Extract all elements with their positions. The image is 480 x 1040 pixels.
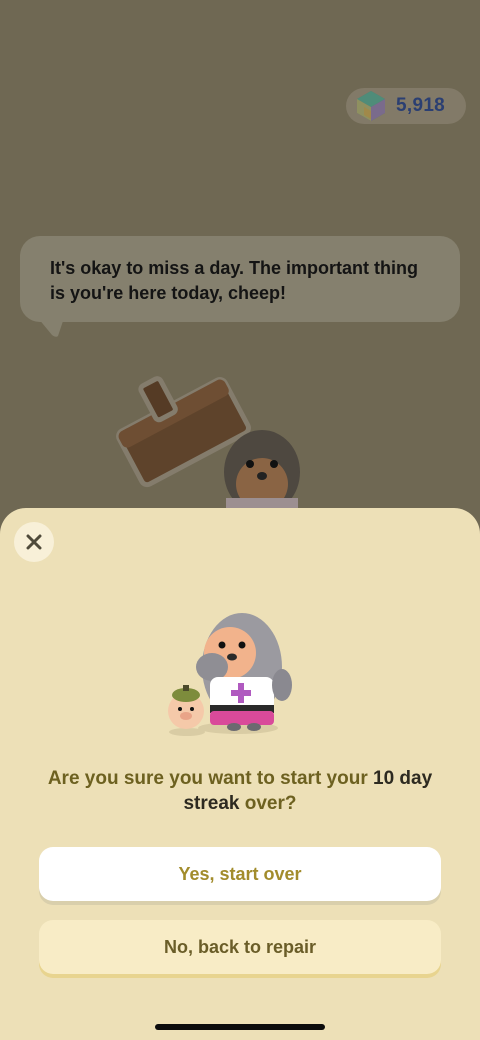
speech-bubble: It's okay to miss a day. The important t… xyxy=(20,236,460,322)
gem-icon xyxy=(357,91,385,121)
back-to-repair-button[interactable]: No, back to repair xyxy=(39,920,441,974)
close-icon xyxy=(26,534,42,550)
home-indicator[interactable] xyxy=(155,1024,325,1030)
question-prefix: Are you sure you want to start your xyxy=(47,768,373,789)
speech-bubble-tail xyxy=(38,318,64,337)
gem-count: 5,918 xyxy=(396,95,446,116)
speech-text: It's okay to miss a day. The important t… xyxy=(50,258,419,303)
start-over-button[interactable]: Yes, start over xyxy=(39,847,441,901)
gem-counter[interactable]: 5,918 xyxy=(346,88,466,124)
close-button[interactable] xyxy=(14,522,54,562)
back-to-repair-label: No, back to repair xyxy=(163,936,317,957)
confirmation-question: Are you sure you want to start your 10 d… xyxy=(30,766,450,816)
question-suffix: over? xyxy=(239,793,297,814)
start-over-label: Yes, start over xyxy=(178,863,302,884)
bird-and-pet-illustration xyxy=(168,613,292,736)
bird-with-hammer-illustration xyxy=(116,376,300,510)
